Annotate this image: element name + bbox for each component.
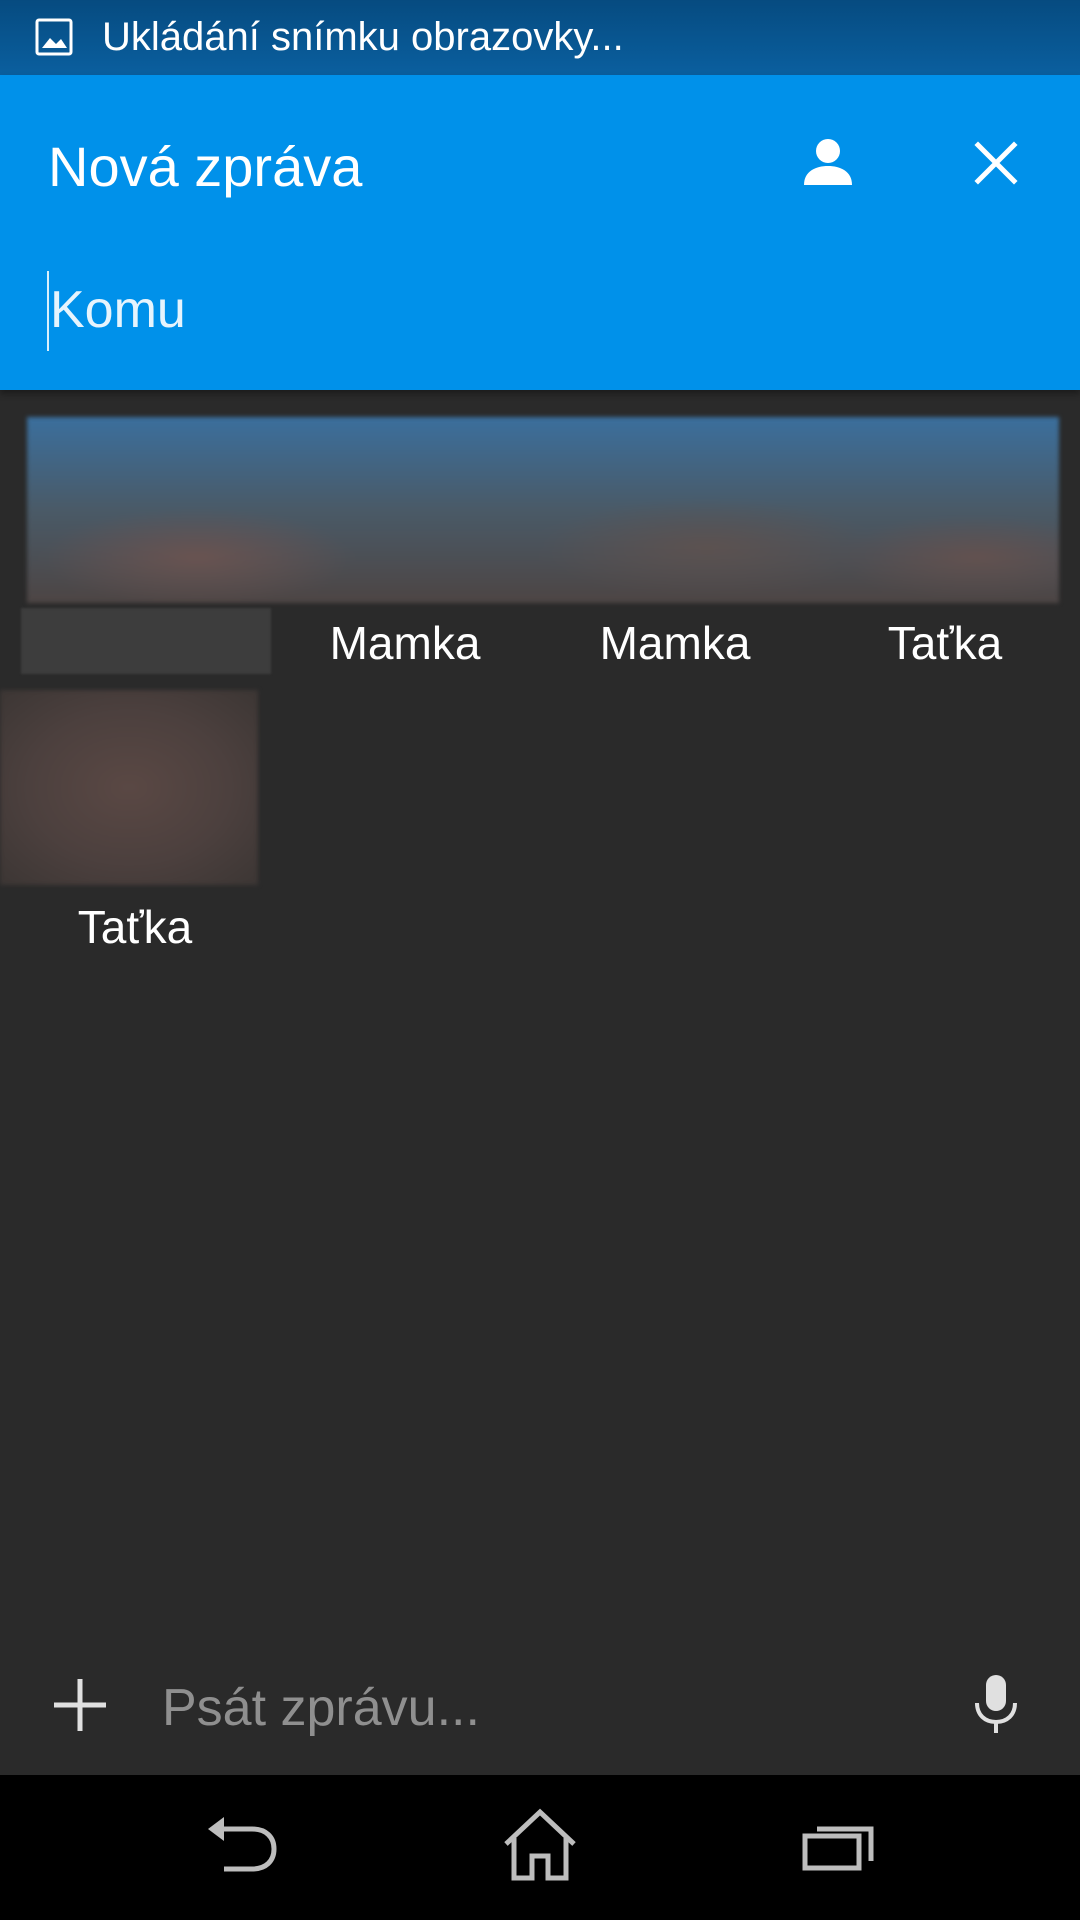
person-icon bbox=[800, 135, 856, 196]
status-notification-text: Ukládání snímku obrazovky... bbox=[102, 15, 624, 59]
recent-apps-icon bbox=[802, 1819, 874, 1876]
status-bar: Ukládání snímku obrazovky... bbox=[0, 0, 1080, 75]
recipient-tile[interactable]: Mamka bbox=[270, 608, 540, 688]
compose-bar bbox=[0, 1640, 1080, 1775]
recipient-name: Mamka bbox=[329, 617, 481, 669]
microphone-icon bbox=[971, 1673, 1021, 1742]
voice-input-button[interactable] bbox=[956, 1667, 1036, 1747]
back-icon bbox=[204, 1815, 280, 1880]
recipient-name: Taťka bbox=[887, 617, 1003, 669]
home-button[interactable] bbox=[485, 1797, 595, 1897]
close-button[interactable] bbox=[956, 125, 1036, 205]
recipient-tile[interactable]: Taťka bbox=[810, 608, 1080, 688]
message-input[interactable] bbox=[162, 1662, 922, 1754]
contact-photo bbox=[21, 608, 271, 674]
recipient-tile[interactable]: Taťka bbox=[0, 690, 270, 970]
contacts-button[interactable] bbox=[788, 125, 868, 205]
contact-photo bbox=[0, 690, 258, 885]
navigation-bar bbox=[0, 1775, 1080, 1920]
recipient-input[interactable] bbox=[48, 265, 1038, 355]
recipient-tile[interactable]: Mamka bbox=[540, 608, 810, 688]
close-icon bbox=[972, 139, 1020, 192]
page-title: Nová zpráva bbox=[48, 135, 363, 198]
recipient-name: Taťka bbox=[77, 901, 193, 953]
text-cursor bbox=[47, 271, 49, 351]
app-header: Nová zpráva bbox=[0, 75, 1080, 390]
plus-icon bbox=[50, 1675, 110, 1740]
recipient-suggestions: Mamka Mamka Taťka Taťka bbox=[0, 390, 1080, 1640]
attach-button[interactable] bbox=[40, 1667, 120, 1747]
recipient-name: Mamka bbox=[599, 617, 751, 669]
contact-photo-strip[interactable] bbox=[27, 417, 1059, 603]
back-button[interactable] bbox=[187, 1797, 297, 1897]
home-icon bbox=[500, 1808, 580, 1887]
image-icon bbox=[35, 18, 73, 56]
recent-apps-button[interactable] bbox=[783, 1797, 893, 1897]
recipient-tile[interactable] bbox=[0, 608, 271, 688]
